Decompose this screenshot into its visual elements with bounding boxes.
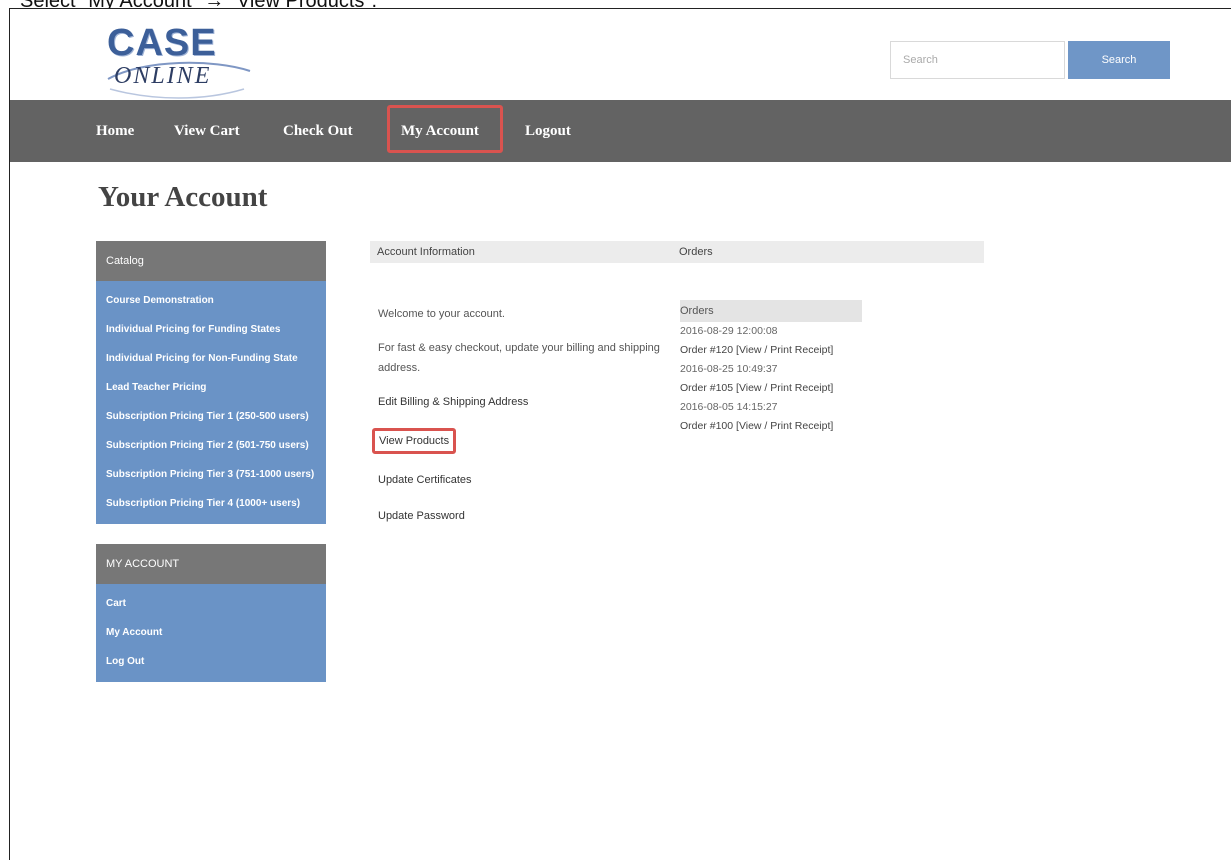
sidebar-item-course-demonstration[interactable]: Course Demonstration bbox=[96, 287, 326, 316]
welcome-text: Welcome to your account. bbox=[378, 308, 505, 320]
sidebar: Catalog Course Demonstration Individual … bbox=[96, 241, 326, 702]
logo-text-online: ONLINE bbox=[114, 63, 212, 89]
sidebar-item-tier-3[interactable]: Subscription Pricing Tier 3 (751-1000 us… bbox=[96, 461, 326, 490]
sidebar-item-cart[interactable]: Cart bbox=[96, 590, 326, 619]
sidebar-item-non-funding-state[interactable]: Individual Pricing for Non-Funding State bbox=[96, 345, 326, 374]
catalog-panel-title: Catalog bbox=[96, 241, 326, 281]
sidebar-item-tier-1[interactable]: Subscription Pricing Tier 1 (250-500 use… bbox=[96, 403, 326, 432]
my-account-highlight-box bbox=[387, 105, 503, 153]
sidebar-item-my-account[interactable]: My Account bbox=[96, 619, 326, 648]
update-password-link[interactable]: Update Password bbox=[378, 506, 668, 526]
sidebar-item-funding-states[interactable]: Individual Pricing for Funding States bbox=[96, 316, 326, 345]
my-account-panel-title: MY ACCOUNT bbox=[96, 544, 326, 584]
catalog-panel: Catalog Course Demonstration Individual … bbox=[96, 241, 326, 524]
orders-panel: Orders 2016-08-29 12:00:08 Order #120 [V… bbox=[680, 300, 870, 436]
edit-address-link[interactable]: Edit Billing & Shipping Address bbox=[378, 392, 668, 412]
tab-orders[interactable]: Orders bbox=[679, 241, 713, 263]
case-online-logo[interactable]: CASE ONLINE bbox=[104, 23, 252, 105]
nav-check-out[interactable]: Check Out bbox=[283, 100, 353, 162]
checkout-note: For fast & easy checkout, update your bi… bbox=[378, 342, 660, 374]
nav-logout[interactable]: Logout bbox=[525, 100, 571, 162]
order-date: 2016-08-29 12:00:08 bbox=[680, 325, 778, 337]
update-certificates-link[interactable]: Update Certificates bbox=[378, 470, 668, 490]
order-link[interactable]: Order #105 [View / Print Receipt] bbox=[680, 379, 870, 398]
order-date: 2016-08-05 14:15:27 bbox=[680, 401, 778, 413]
sidebar-item-tier-4[interactable]: Subscription Pricing Tier 4 (1000+ users… bbox=[96, 490, 326, 519]
view-products-link[interactable]: View Products bbox=[372, 428, 457, 454]
my-account-panel: MY ACCOUNT Cart My Account Log Out bbox=[96, 544, 326, 682]
order-date: 2016-08-25 10:49:37 bbox=[680, 363, 778, 375]
main-nav: Home View Cart Check Out My Account Logo… bbox=[10, 100, 1231, 162]
sidebar-item-log-out[interactable]: Log Out bbox=[96, 648, 326, 677]
orders-title: Orders bbox=[680, 300, 862, 322]
browser-page: CASE ONLINE Search Search Home View Cart… bbox=[9, 8, 1231, 860]
sidebar-item-tier-2[interactable]: Subscription Pricing Tier 2 (501-750 use… bbox=[96, 432, 326, 461]
tab-account-information[interactable]: Account Information bbox=[377, 241, 475, 263]
nav-home[interactable]: Home bbox=[96, 100, 134, 162]
search-input[interactable]: Search bbox=[890, 41, 1065, 79]
search-button[interactable]: Search bbox=[1068, 41, 1170, 79]
sidebar-item-lead-teacher[interactable]: Lead Teacher Pricing bbox=[96, 374, 326, 403]
order-link[interactable]: Order #120 [View / Print Receipt] bbox=[680, 341, 870, 360]
account-tab-bar: Account Information Orders bbox=[370, 241, 984, 263]
page-title: Your Account bbox=[98, 181, 268, 213]
order-link[interactable]: Order #100 [View / Print Receipt] bbox=[680, 417, 870, 436]
account-information-panel: Welcome to your account. For fast & easy… bbox=[372, 304, 668, 542]
nav-view-cart[interactable]: View Cart bbox=[174, 100, 240, 162]
